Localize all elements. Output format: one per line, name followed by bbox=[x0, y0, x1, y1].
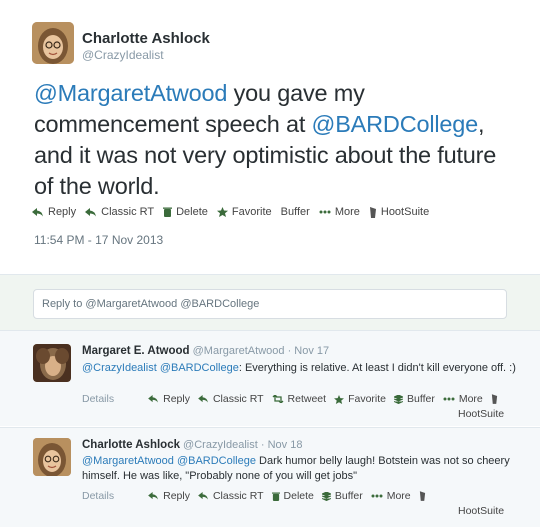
more-button[interactable]: More bbox=[319, 206, 360, 218]
classic-rt-button[interactable]: Classic RT bbox=[198, 393, 264, 405]
classic-rt-button[interactable]: Classic RT bbox=[198, 490, 264, 502]
reply-header: Charlotte Ashlock @CrazyIdealist · Nov 1… bbox=[82, 439, 302, 451]
hootsuite-icon-button[interactable] bbox=[491, 394, 502, 404]
reply-icon bbox=[32, 207, 43, 216]
tweet-text: @MargaretAtwood you gave my commencement… bbox=[34, 78, 514, 202]
classic-rt-button[interactable]: Classic RT bbox=[85, 206, 154, 218]
star-icon bbox=[216, 207, 228, 217]
author-handle[interactable]: @MargaretAtwood bbox=[193, 345, 285, 357]
reply-text: @CrazyIdealist @BARDCollege: Everything … bbox=[82, 361, 518, 376]
reply-header: Margaret E. Atwood @MargaretAtwood · Nov… bbox=[82, 345, 329, 357]
mention-link[interactable]: @BARDCollege bbox=[177, 455, 256, 467]
delete-button[interactable]: Delete bbox=[271, 490, 314, 502]
trash-icon bbox=[163, 207, 173, 217]
reply-tweet[interactable]: Charlotte Ashlock @CrazyIdealist · Nov 1… bbox=[0, 427, 540, 527]
hootsuite-icon bbox=[419, 491, 425, 501]
mention-link[interactable]: @BARDCollege bbox=[312, 111, 479, 137]
hootsuite-button[interactable]: HootSuite bbox=[369, 206, 429, 218]
main-tweet: Charlotte Ashlock @CrazyIdealist @Margar… bbox=[0, 0, 540, 274]
reply-text: @MargaretAtwood @BARDCollege Dark humor … bbox=[82, 454, 518, 484]
reply-icon bbox=[148, 492, 159, 500]
reply-text-part: : Everything is relative. At least I did… bbox=[238, 362, 516, 374]
author-name[interactable]: Margaret E. Atwood bbox=[82, 345, 190, 357]
reply-actions: Details Reply Classic RT Retweet Favorit… bbox=[82, 393, 510, 405]
mention-link[interactable]: @CrazyIdealist bbox=[82, 362, 157, 374]
hootsuite-icon bbox=[491, 394, 497, 404]
reply-button[interactable]: Reply bbox=[148, 490, 190, 502]
retweet-icon bbox=[272, 395, 283, 403]
author-avatar[interactable] bbox=[33, 438, 71, 476]
buffer-icon bbox=[321, 491, 331, 501]
more-button[interactable]: More bbox=[443, 393, 483, 405]
classic-rt-icon bbox=[198, 492, 208, 500]
mention-link[interactable]: @BARDCollege bbox=[160, 362, 239, 374]
more-icon bbox=[319, 210, 331, 214]
favorite-button[interactable]: Favorite bbox=[334, 393, 386, 405]
classic-rt-icon bbox=[198, 395, 208, 403]
author-avatar[interactable] bbox=[33, 344, 71, 382]
star-icon bbox=[334, 394, 345, 404]
reply-tweet[interactable]: Margaret E. Atwood @MargaretAtwood · Nov… bbox=[0, 330, 540, 426]
details-link[interactable]: Details bbox=[82, 393, 114, 405]
reply-button[interactable]: Reply bbox=[148, 393, 190, 405]
buffer-button[interactable]: Buffer bbox=[281, 206, 310, 218]
author-handle[interactable]: @CrazyIdealist bbox=[82, 48, 164, 62]
mention-link[interactable]: @MargaretAtwood bbox=[82, 455, 174, 467]
tweet-timestamp[interactable]: 11:54 PM - 17 Nov 2013 bbox=[34, 233, 163, 247]
favorite-button[interactable]: Favorite bbox=[216, 206, 272, 218]
buffer-button[interactable]: Buffer bbox=[321, 490, 363, 502]
classic-rt-icon bbox=[85, 207, 97, 216]
delete-button[interactable]: Delete bbox=[163, 206, 208, 218]
author-handle[interactable]: @CrazyIdealist bbox=[183, 439, 258, 451]
retweet-button[interactable]: Retweet bbox=[272, 393, 326, 405]
trash-icon bbox=[271, 492, 280, 501]
reply-icon bbox=[148, 395, 159, 403]
tweet-date[interactable]: · Nov 18 bbox=[261, 439, 303, 451]
reply-button[interactable]: Reply bbox=[32, 206, 76, 218]
buffer-button[interactable]: Buffer bbox=[394, 393, 435, 405]
hootsuite-button[interactable]: HootSuite bbox=[458, 408, 504, 420]
reply-input[interactable]: Reply to @MargaretAtwood @BARDCollege bbox=[33, 289, 507, 319]
more-button[interactable]: More bbox=[371, 490, 411, 502]
hootsuite-icon-button[interactable] bbox=[419, 491, 430, 501]
details-link[interactable]: Details bbox=[82, 490, 114, 502]
hootsuite-button[interactable]: HootSuite bbox=[458, 505, 504, 517]
hootsuite-icon bbox=[369, 206, 376, 218]
tweet-date[interactable]: · Nov 17 bbox=[288, 345, 330, 357]
reply-actions: Details Reply Classic RT Delete Buffer M… bbox=[82, 490, 438, 502]
more-icon bbox=[443, 397, 455, 401]
author-avatar[interactable] bbox=[32, 22, 74, 64]
buffer-icon bbox=[394, 394, 403, 404]
author-name[interactable]: Charlotte Ashlock bbox=[82, 439, 180, 451]
author-name[interactable]: Charlotte Ashlock bbox=[82, 30, 210, 47]
tweet-actions: Reply Classic RT Delete Favorite Buffer … bbox=[32, 206, 438, 218]
mention-link[interactable]: @MargaretAtwood bbox=[34, 80, 227, 106]
more-icon bbox=[371, 494, 383, 498]
reply-area: Reply to @MargaretAtwood @BARDCollege bbox=[0, 274, 540, 330]
